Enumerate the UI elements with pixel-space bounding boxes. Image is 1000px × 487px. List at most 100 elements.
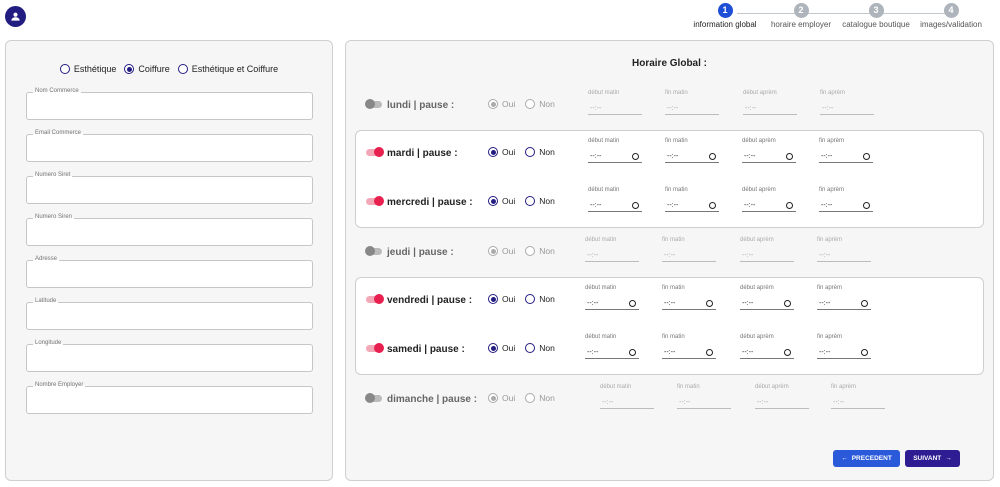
day-toggle[interactable] (365, 393, 382, 403)
time-input[interactable]: --:-- (665, 151, 719, 163)
time-field[interactable]: fin aprèm --:-- (817, 334, 871, 360)
pause-non-radio[interactable]: Non (525, 294, 555, 304)
pause-oui-radio[interactable]: Oui (488, 99, 515, 109)
day-toggle[interactable] (366, 147, 384, 157)
clock-icon[interactable] (632, 153, 639, 160)
time-field[interactable]: fin matin --:-- (665, 90, 719, 116)
clock-icon[interactable] (784, 349, 791, 356)
time-field[interactable]: début matin --:-- (585, 334, 639, 360)
radio-circle[interactable] (525, 246, 536, 256)
radio-circle[interactable] (525, 99, 536, 109)
time-field[interactable]: fin aprèm --:-- (820, 90, 874, 116)
time-input[interactable]: --:-- (665, 103, 719, 115)
time-input[interactable]: --:-- (740, 298, 794, 310)
radio-circle[interactable] (488, 343, 498, 353)
clock-icon[interactable] (632, 202, 639, 209)
numero-siren-field[interactable]: Numero Siren (26, 214, 313, 246)
clock-icon[interactable] (709, 202, 716, 209)
longitude-field[interactable]: Longitude (26, 340, 313, 372)
pause-non-radio[interactable]: Non (525, 246, 555, 256)
time-input[interactable]: --:-- (817, 298, 871, 310)
radio-coiffure[interactable]: Coiffure (124, 64, 170, 74)
nom-commerce-field[interactable]: Nom Commerce (26, 88, 313, 120)
time-field[interactable]: début aprèm --:-- (740, 237, 794, 263)
step-horaire-employer[interactable]: 2 horaire employer (761, 3, 841, 29)
clock-icon[interactable] (706, 349, 713, 356)
pause-oui-radio[interactable]: Oui (488, 246, 515, 256)
email-commerce-field[interactable]: Email Commerce (26, 130, 313, 162)
time-field[interactable]: fin aprèm --:-- (817, 285, 871, 311)
radio-circle[interactable] (59, 64, 70, 74)
time-field[interactable]: début matin --:-- (585, 285, 639, 311)
clock-icon[interactable] (629, 349, 636, 356)
radio-circle[interactable] (488, 294, 498, 304)
time-input[interactable]: --:-- (740, 347, 794, 359)
time-field[interactable]: début matin --:-- (588, 138, 642, 164)
radio-circle[interactable] (488, 393, 498, 403)
radio-circle[interactable] (488, 99, 498, 109)
clock-icon[interactable] (861, 349, 868, 356)
time-field[interactable]: début aprèm --:-- (740, 334, 794, 360)
pause-non-radio[interactable]: Non (525, 393, 555, 403)
time-input[interactable]: --:-- (743, 103, 797, 115)
time-field[interactable]: début aprèm --:-- (742, 187, 796, 213)
pause-oui-radio[interactable]: Oui (488, 393, 515, 403)
pause-non-radio[interactable]: Non (525, 343, 555, 353)
radio-circle[interactable] (124, 64, 135, 74)
time-input[interactable]: --:-- (665, 200, 719, 212)
time-input[interactable]: --:-- (742, 151, 796, 163)
radio-circle[interactable] (177, 64, 188, 74)
pause-oui-radio[interactable]: Oui (488, 343, 515, 353)
time-input[interactable]: --:-- (585, 250, 639, 262)
clock-icon[interactable] (861, 300, 868, 307)
latitude-field[interactable]: Latitude (26, 298, 313, 330)
time-field[interactable]: fin aprèm --:-- (817, 237, 871, 263)
day-toggle[interactable] (366, 294, 384, 304)
time-field[interactable]: début matin --:-- (588, 90, 642, 116)
time-input[interactable]: --:-- (588, 103, 642, 115)
pause-oui-radio[interactable]: Oui (488, 147, 515, 157)
time-input[interactable]: --:-- (588, 151, 642, 163)
adresse-field[interactable]: Adresse (26, 256, 313, 288)
time-field[interactable]: début aprèm --:-- (755, 384, 809, 410)
precedent-button[interactable]: ← PRECEDENT (833, 450, 900, 467)
radio-circle[interactable] (525, 393, 536, 403)
time-input[interactable]: --:-- (831, 397, 885, 409)
step-information-global[interactable]: 1 information global (685, 3, 765, 29)
clock-icon[interactable] (709, 153, 716, 160)
step-images-validation[interactable]: 4 images/validation (911, 3, 991, 29)
time-input[interactable]: --:-- (820, 103, 874, 115)
day-toggle[interactable] (365, 99, 382, 109)
day-toggle[interactable] (366, 196, 384, 206)
time-field[interactable]: fin aprèm --:-- (831, 384, 885, 410)
time-field[interactable]: fin matin --:-- (662, 285, 716, 311)
time-input[interactable]: --:-- (819, 200, 873, 212)
time-field[interactable]: début matin --:-- (600, 384, 654, 410)
user-avatar[interactable] (5, 6, 26, 27)
numero-siret-field[interactable]: Numero Siret (26, 172, 313, 204)
time-field[interactable]: fin matin --:-- (662, 334, 716, 360)
time-input[interactable]: --:-- (585, 298, 639, 310)
pause-non-radio[interactable]: Non (525, 99, 555, 109)
time-field[interactable]: début aprèm --:-- (743, 90, 797, 116)
radio-circle[interactable] (525, 147, 536, 157)
day-toggle[interactable] (365, 246, 382, 256)
time-field[interactable]: fin matin --:-- (677, 384, 731, 410)
radio-circle[interactable] (488, 246, 498, 256)
clock-icon[interactable] (863, 202, 870, 209)
pause-oui-radio[interactable]: Oui (488, 196, 515, 206)
suivant-button[interactable]: SUIVANT → (905, 450, 960, 467)
time-input[interactable]: --:-- (662, 250, 716, 262)
clock-icon[interactable] (629, 300, 636, 307)
radio-circle[interactable] (488, 147, 498, 157)
pause-non-radio[interactable]: Non (525, 147, 555, 157)
time-field[interactable]: début matin --:-- (585, 237, 639, 263)
time-field[interactable]: fin matin --:-- (665, 138, 719, 164)
time-input[interactable]: --:-- (662, 298, 716, 310)
time-input[interactable]: --:-- (677, 397, 731, 409)
time-input[interactable]: --:-- (740, 250, 794, 262)
time-field[interactable]: début matin --:-- (588, 187, 642, 213)
time-input[interactable]: --:-- (817, 250, 871, 262)
time-input[interactable]: --:-- (742, 200, 796, 212)
time-field[interactable]: début aprèm --:-- (740, 285, 794, 311)
